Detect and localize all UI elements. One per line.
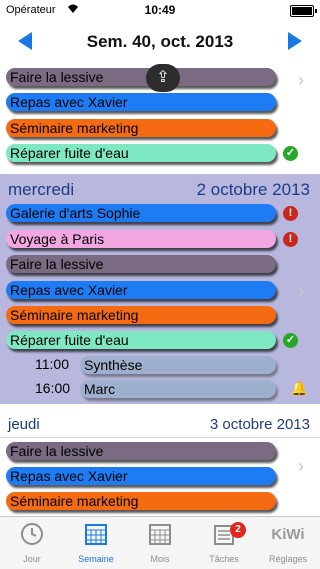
event-bar[interactable]: Repas avec Xavier	[6, 93, 276, 111]
tab-label: Tâches	[209, 554, 239, 564]
day-date: 3 octobre 2013	[209, 416, 310, 433]
event-bar[interactable]: Voyage à Paris	[6, 230, 276, 248]
event-label: Galerie d'arts Sophie	[10, 205, 141, 221]
day-name: mercredi	[8, 180, 75, 199]
event-label: Séminaire marketing	[10, 493, 139, 509]
event-bar[interactable]: Marc	[80, 380, 276, 398]
tab-week[interactable]: Semaine	[64, 517, 128, 569]
chevron-right-icon[interactable]: ›	[298, 456, 304, 477]
chevron-right-icon[interactable]: ›	[298, 70, 304, 91]
alert-icon: !	[283, 232, 298, 247]
day-name: jeudi	[8, 416, 40, 433]
share-button[interactable]: ⇪	[146, 64, 180, 92]
bell-icon: 🔔	[290, 380, 308, 396]
event-label: Marc	[84, 381, 116, 397]
tab-settings[interactable]: KiWi Réglages	[256, 517, 320, 569]
day-date: 2 octobre 2013	[196, 180, 310, 199]
tab-label: Mois	[150, 554, 170, 564]
event-bar[interactable]: Synthèse	[80, 356, 276, 374]
tab-label: Réglages	[268, 554, 308, 564]
status-bar: Opérateur 10:49	[0, 0, 320, 20]
tab-label: Semaine	[78, 554, 114, 564]
event-time: 16:00	[35, 380, 71, 396]
calendar-month-icon	[149, 524, 171, 545]
tab-month[interactable]: Mois	[128, 517, 192, 569]
event-label: Repas avec Xavier	[10, 468, 128, 484]
event-label: Séminaire marketing	[10, 307, 139, 323]
event-label: Réparer fuite d'eau	[10, 145, 129, 161]
tab-bar: Jour Semaine Mois 2 Tâches KiWi Réglages	[0, 516, 320, 569]
divider	[0, 437, 320, 438]
task-count-badge: 2	[230, 522, 246, 538]
tab-tasks[interactable]: 2 Tâches	[192, 517, 256, 569]
status-time: 10:49	[144, 3, 176, 17]
event-bar[interactable]: Réparer fuite d'eau	[6, 144, 276, 162]
event-label: Repas avec Xavier	[10, 94, 128, 110]
event-bar[interactable]: Séminaire marketing	[6, 119, 276, 137]
event-label: Séminaire marketing	[10, 120, 139, 136]
alert-icon: !	[283, 206, 298, 221]
battery-icon	[290, 5, 317, 17]
next-week-button[interactable]	[288, 32, 302, 50]
event-bar[interactable]: Repas avec Xavier	[6, 467, 276, 485]
event-bar[interactable]: Faire la lessive	[6, 442, 276, 460]
check-icon: ✓	[283, 146, 298, 161]
event-bar[interactable]: Séminaire marketing	[6, 492, 276, 510]
week-list[interactable]: Faire la lessive ⇪ › Repas avec Xavier S…	[0, 64, 320, 516]
event-label: Faire la lessive	[10, 69, 104, 85]
clock-icon	[21, 523, 43, 545]
event-bar[interactable]: Repas avec Xavier	[6, 281, 276, 299]
event-label: Repas avec Xavier	[10, 282, 128, 298]
event-label: Réparer fuite d'eau	[10, 332, 129, 348]
chevron-right-icon[interactable]: ›	[298, 281, 304, 302]
event-label: Voyage à Paris	[10, 231, 105, 247]
calendar-week-icon	[85, 524, 107, 545]
tab-label: Jour	[23, 554, 41, 564]
tab-day[interactable]: Jour	[0, 517, 64, 569]
check-icon: ✓	[283, 333, 298, 348]
event-bar[interactable]: Faire la lessive	[6, 68, 276, 86]
week-title: Sem. 40, oct. 2013	[86, 32, 234, 51]
event-label: Faire la lessive	[10, 443, 104, 459]
event-bar[interactable]: Réparer fuite d'eau	[6, 331, 276, 349]
event-label: Faire la lessive	[10, 256, 104, 272]
navigation-bar: Sem. 40, oct. 2013	[0, 20, 320, 64]
event-bar[interactable]: Faire la lessive	[6, 255, 276, 273]
event-label: Synthèse	[84, 357, 143, 373]
kiwi-logo: KiWi	[271, 526, 305, 543]
event-time: 11:00	[35, 356, 69, 372]
event-bar[interactable]: Galerie d'arts Sophie	[6, 204, 276, 222]
day-section-wednesday: mercredi 2 octobre 2013 Galerie d'arts S…	[0, 174, 320, 404]
event-bar[interactable]: Séminaire marketing	[6, 306, 276, 324]
